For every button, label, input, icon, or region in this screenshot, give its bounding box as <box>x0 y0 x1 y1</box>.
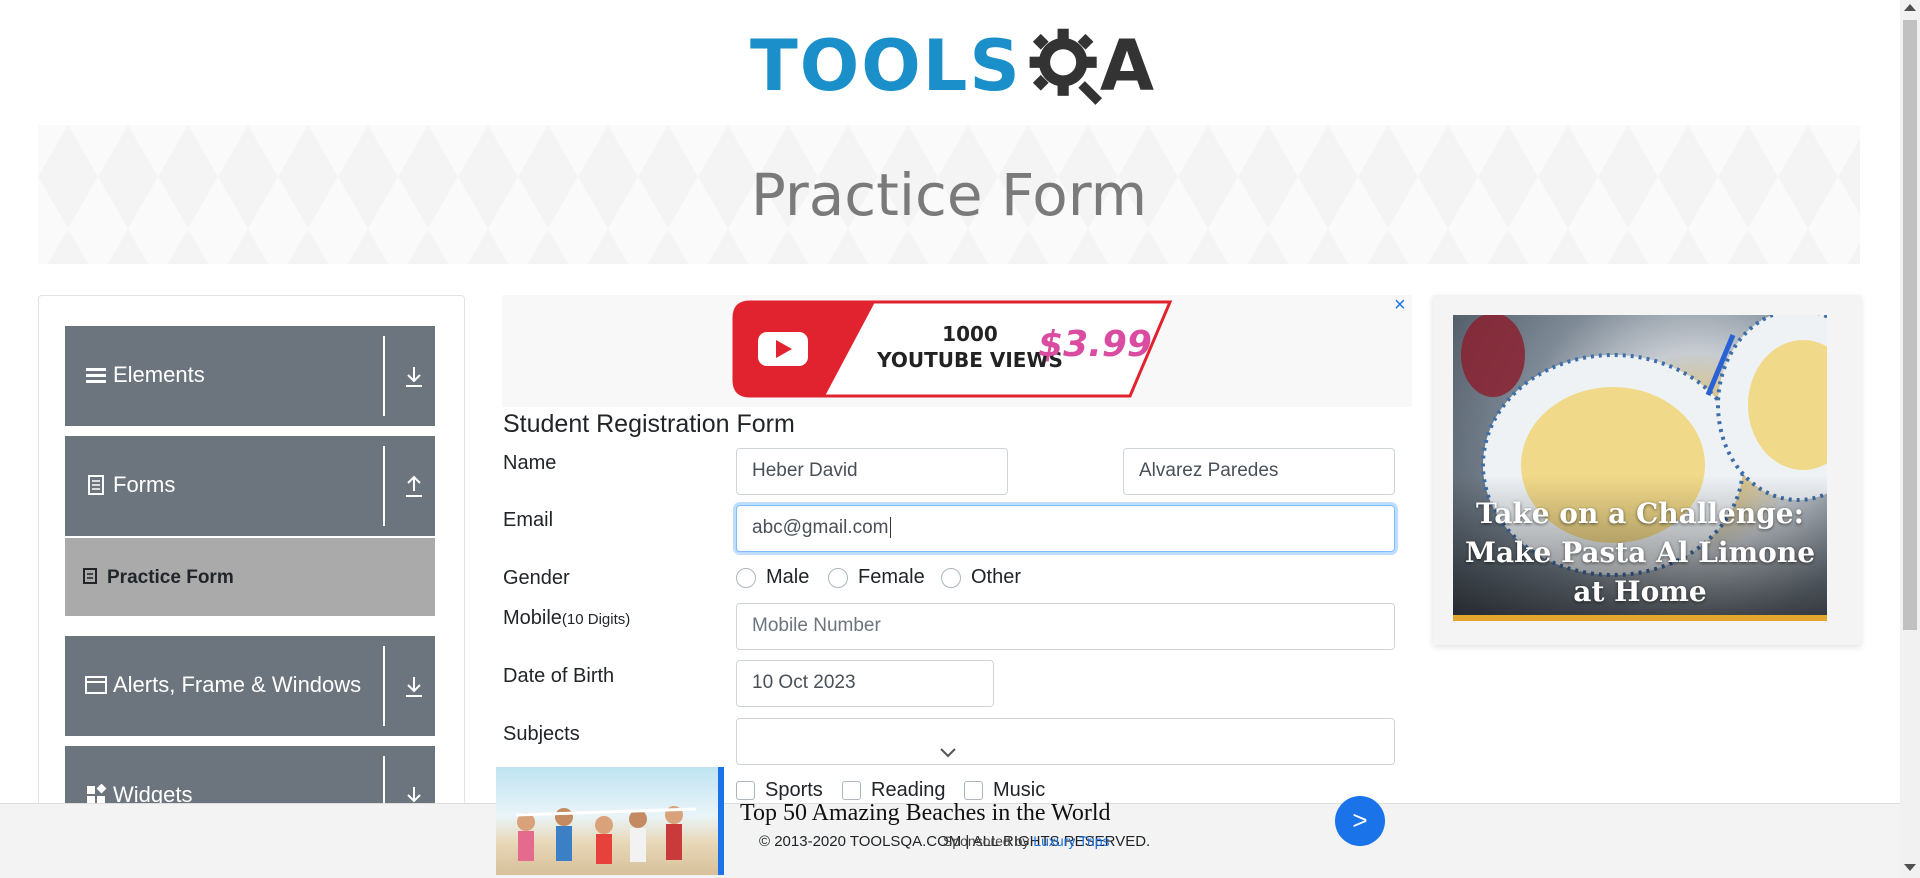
youtube-views-ad[interactable]: 1000 YOUTUBE VIEWS $3.99 <box>730 298 1178 400</box>
document-icon <box>88 475 104 495</box>
subjects-label: Subjects <box>503 723 580 745</box>
ad-close-icon[interactable]: × <box>1394 294 1406 317</box>
divider <box>383 336 385 416</box>
mobile-label-text: Mobile <box>503 607 562 629</box>
ad-top-line2: YOUTUBE VIEWS <box>876 348 1063 372</box>
sidebar-group-elements[interactable]: Elements <box>65 326 435 426</box>
download-arrow-icon <box>406 677 422 697</box>
page-banner: Practice Form <box>38 125 1860 264</box>
sidebar-group-label: Alerts, Frame & Windows <box>113 672 362 697</box>
radio-label: Female <box>858 566 925 588</box>
hobby-checkbox-reading[interactable]: Reading <box>842 779 946 802</box>
first-name-input[interactable]: Heber David <box>736 448 1008 495</box>
divider <box>383 646 385 726</box>
checkbox-box <box>964 781 983 800</box>
scroll-thumb[interactable] <box>1903 20 1917 630</box>
ad-top-price: $3.99 <box>1038 324 1152 365</box>
logo-a-text: A <box>1099 25 1154 107</box>
toolsqa-logo[interactable]: TOOLS A <box>750 18 1154 114</box>
radio-circle <box>736 567 756 588</box>
gear-magnifier-icon <box>1029 28 1102 105</box>
logo-tools-text: TOOLS <box>750 25 1022 107</box>
sponsored-by[interactable]: Sponsored by Luxury Trips <box>943 833 1110 849</box>
sponsored-prefix: Sponsored by <box>943 833 1030 849</box>
hobby-checkbox-sports[interactable]: Sports <box>736 779 823 802</box>
email-value: abc@gmail.com <box>752 517 889 538</box>
email-label: Email <box>503 509 554 531</box>
ad-right-headline[interactable]: Take on a Challenge: Make Pasta Al Limon… <box>1453 494 1827 611</box>
form-doc-icon <box>83 568 97 584</box>
radio-label: Other <box>971 566 1022 588</box>
dob-label: Date of Birth <box>503 665 615 687</box>
beach-photo[interactable] <box>496 767 724 875</box>
ad-go-button[interactable]: > <box>1335 796 1385 846</box>
sidebar-item-practice-form[interactable]: Practice Form <box>65 538 435 616</box>
sidebar-item-label: Practice Form <box>107 567 234 588</box>
window-icon <box>85 676 107 694</box>
gender-label: Gender <box>503 567 570 589</box>
email-input[interactable]: abc@gmail.com <box>736 505 1395 552</box>
gender-radio-other[interactable]: Other <box>941 566 1021 589</box>
hobby-checkbox-music[interactable]: Music <box>964 779 1045 802</box>
subjects-input[interactable] <box>736 718 1395 765</box>
divider <box>383 446 385 526</box>
mobile-label: Mobile(10 Digits) <box>503 607 630 630</box>
upload-arrow-icon <box>406 475 422 497</box>
radio-label: Male <box>766 566 810 588</box>
page-title: Practice Form <box>750 161 1148 229</box>
checkbox-label: Reading <box>871 779 946 801</box>
sidebar-group-forms[interactable]: Forms <box>65 436 435 536</box>
mobile-input[interactable]: Mobile Number <box>736 603 1395 650</box>
sidebar: Elements Forms Practice Form Alerts, Fra… <box>38 295 465 878</box>
checkbox-box <box>736 781 755 800</box>
chevron-down-icon <box>940 748 956 758</box>
radio-circle <box>941 567 961 588</box>
sponsored-name: Luxury Trips <box>1033 833 1110 849</box>
ad-accent-bar <box>1453 615 1827 621</box>
download-arrow-icon <box>406 367 422 387</box>
gender-radio-female[interactable]: Female <box>828 566 925 589</box>
form-title: Student Registration Form <box>503 410 795 438</box>
last-name-input[interactable]: Alvarez Paredes <box>1123 448 1395 495</box>
gender-radio-male[interactable]: Male <box>736 566 809 589</box>
sidebar-group-alerts[interactable]: Alerts, Frame & Windows <box>65 636 435 736</box>
checkbox-box <box>842 781 861 800</box>
sidebar-group-label: Forms <box>113 472 176 497</box>
hamburger-icon <box>86 368 106 383</box>
mobile-hint: (10 Digits) <box>561 611 631 628</box>
checkbox-label: Sports <box>765 779 823 801</box>
sidebar-group-label: Elements <box>113 362 205 387</box>
name-label: Name <box>503 452 557 474</box>
ad-top-line1: 1000 <box>942 322 998 346</box>
checkbox-label: Music <box>993 779 1046 801</box>
scroll-down-arrow-icon[interactable] <box>1904 864 1916 871</box>
ad-bottom-title[interactable]: Top 50 Amazing Beaches in the World <box>740 800 1111 827</box>
beach-people-illustration <box>515 806 697 864</box>
radio-circle <box>828 567 848 588</box>
scroll-up-arrow-icon[interactable] <box>1904 4 1916 11</box>
date-of-birth-input[interactable]: 10 Oct 2023 <box>736 660 994 707</box>
